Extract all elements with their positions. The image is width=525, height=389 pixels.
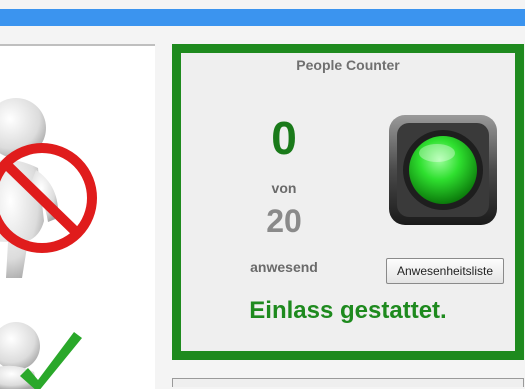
lower-panel (172, 378, 524, 387)
traffic-light-icon (389, 115, 497, 225)
top-bar (0, 9, 525, 26)
attendance-list-button[interactable]: Anwesenheitsliste (386, 258, 504, 284)
people-counter-panel: People Counter 0 von 20 anwesend Anwesen… (172, 44, 524, 360)
illustrations-svg (0, 98, 97, 389)
panel-title: People Counter (296, 57, 400, 73)
entry-illustrations-panel (0, 44, 155, 389)
status-message: Einlass gestattet. (249, 297, 447, 324)
current-count: 0 (271, 112, 297, 164)
present-label: anwesend (250, 259, 318, 275)
of-label: von (271, 180, 297, 196)
capacity-value: 20 (266, 203, 302, 239)
